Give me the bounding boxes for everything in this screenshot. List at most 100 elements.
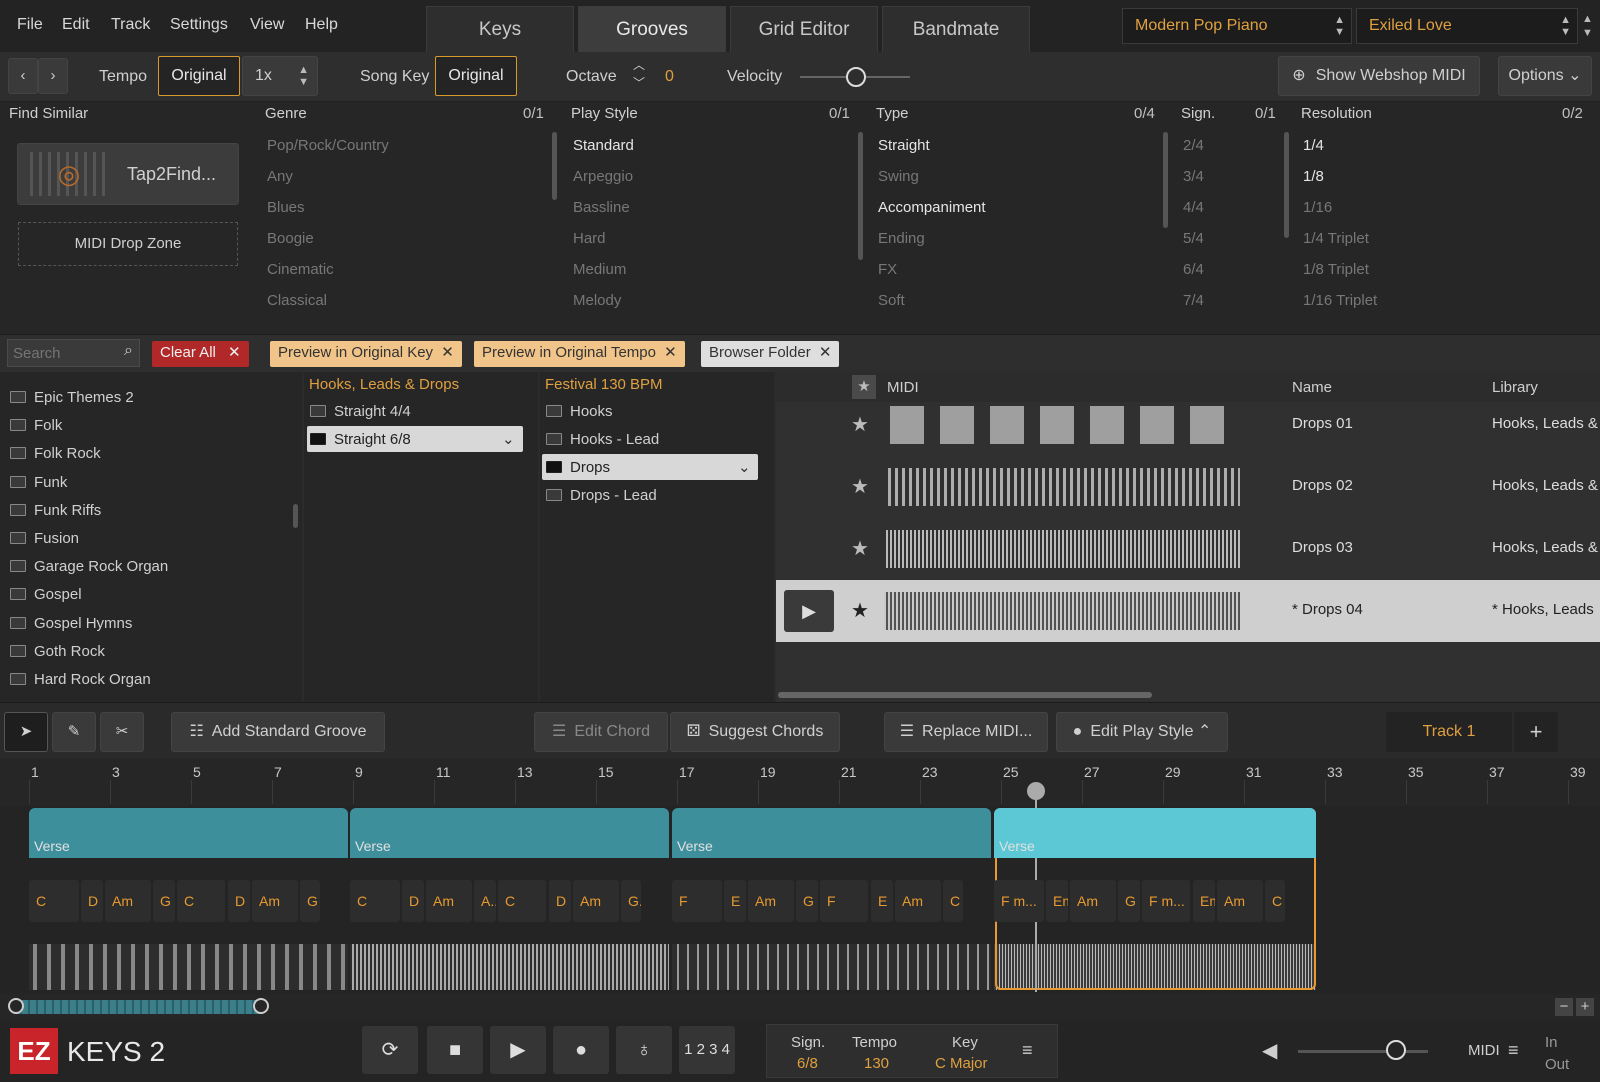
filter-genre-item[interactable]: Boogie <box>267 230 314 247</box>
search-icon[interactable]: ⌕ <box>124 342 133 360</box>
folder-item[interactable]: Garage Rock Organ <box>10 558 168 575</box>
overview-region[interactable] <box>14 1000 262 1014</box>
chord-block[interactable]: G <box>1118 880 1140 922</box>
chord-block[interactable]: C <box>498 880 546 922</box>
midi-row[interactable]: ★ Drops 01 Hooks, Leads & <box>776 394 1600 456</box>
tab-grid-editor[interactable]: Grid Editor <box>730 6 878 52</box>
tempo-value[interactable]: 130 <box>864 1055 889 1072</box>
edit-play-style-button[interactable]: ● Edit Play Style ⌃ <box>1056 712 1228 752</box>
star-icon[interactable]: ★ <box>851 598 869 623</box>
chord-block[interactable]: F m... <box>994 880 1044 922</box>
tag-browser-folder[interactable]: Browser Folder ✕ <box>701 341 840 367</box>
filter-sign-item[interactable]: 7/4 <box>1183 292 1204 309</box>
chord-block[interactable]: Am <box>105 880 151 922</box>
tab-grooves[interactable]: Grooves <box>578 6 726 52</box>
song-part[interactable] <box>29 808 348 858</box>
chord-block[interactable]: G <box>153 880 175 922</box>
filter-playstyle-item[interactable]: Hard <box>573 230 606 247</box>
close-icon[interactable]: ✕ <box>664 344 677 361</box>
filter-type-item[interactable]: Swing <box>878 168 919 185</box>
key-value[interactable]: C Major <box>935 1055 988 1072</box>
song-key-button[interactable]: Original <box>435 56 517 96</box>
options-button[interactable]: Options ⌄ <box>1498 56 1592 96</box>
chord-block[interactable]: C ... <box>1265 880 1285 922</box>
menu-file[interactable]: File <box>17 16 43 34</box>
chord-block[interactable]: Am <box>895 880 941 922</box>
volume-knob[interactable] <box>1386 1040 1406 1060</box>
tempo-multiplier-select[interactable]: 1x ▲ ▼ <box>242 56 318 96</box>
type-scrollbar[interactable] <box>1163 132 1168 228</box>
chord-block[interactable]: C <box>943 880 963 922</box>
play-button[interactable]: ▶ <box>490 1026 546 1074</box>
midi-row[interactable]: ★ Drops 02 Hooks, Leads & <box>776 456 1600 518</box>
filter-genre-item[interactable]: Classical <box>267 292 327 309</box>
tap2find-button[interactable]: ◎ Tap2Find... <box>17 143 239 205</box>
filter-type-item[interactable]: Ending <box>878 230 925 247</box>
folder-item[interactable]: Folk Rock <box>10 445 101 462</box>
filter-genre-item[interactable]: Pop/Rock/Country <box>267 137 389 154</box>
filter-playstyle-item[interactable]: Medium <box>573 261 626 278</box>
menu-help[interactable]: Help <box>305 16 338 34</box>
close-icon[interactable]: ✕ <box>441 344 454 361</box>
instrument-selector[interactable]: Modern Pop Piano ▲ ▼ <box>1122 8 1352 44</box>
velocity-knob[interactable] <box>846 67 866 87</box>
metronome-button[interactable]: ♁ <box>616 1026 672 1074</box>
song-part[interactable] <box>672 808 991 858</box>
filter-resolution-item[interactable]: 1/16 Triplet <box>1303 292 1377 309</box>
tag-preview-tempo[interactable]: Preview in Original Tempo ✕ <box>474 341 685 367</box>
stop-button[interactable]: ■ <box>427 1026 483 1074</box>
folder-item[interactable]: Funk <box>10 474 67 491</box>
folder-item[interactable]: Fusion <box>10 530 79 547</box>
filter-resolution-item[interactable]: 1/16 <box>1303 199 1332 216</box>
midi-row[interactable]: ▶ ★ * Drops 04 * Hooks, Leads <box>776 580 1600 642</box>
chord-block[interactable]: Em <box>1193 880 1215 922</box>
chord-block[interactable]: Am <box>748 880 794 922</box>
edit-chord-button[interactable]: ☰ Edit Chord <box>534 712 668 752</box>
tempo-mode-button[interactable]: Original <box>158 56 240 96</box>
folder-item[interactable]: Straight 4/4 <box>310 403 411 420</box>
filter-playstyle-item[interactable]: Standard <box>573 137 634 154</box>
chord-block[interactable]: C <box>177 880 225 922</box>
filter-sign-item[interactable]: 3/4 <box>1183 168 1204 185</box>
sign-scrollbar[interactable] <box>1284 132 1289 238</box>
folder-item[interactable]: Gospel Hymns <box>10 615 132 632</box>
filter-type-item[interactable]: FX <box>878 261 897 278</box>
cut-tool-button[interactable]: ✂ <box>100 712 144 752</box>
suggest-chords-button[interactable]: ⚄ Suggest Chords <box>670 712 840 752</box>
zoom-in-button[interactable]: + <box>1576 998 1594 1016</box>
filter-playstyle-item[interactable]: Bassline <box>573 199 630 216</box>
chord-block[interactable]: C <box>29 880 79 922</box>
playstyle-scrollbar[interactable] <box>858 132 863 260</box>
midi-row[interactable]: ★ Drops 03 Hooks, Leads & <box>776 518 1600 580</box>
tag-preview-key[interactable]: Preview in Original Key ✕ <box>270 341 462 367</box>
filter-type-item[interactable]: Accompaniment <box>878 199 986 216</box>
star-icon[interactable]: ★ <box>851 412 869 437</box>
folder-item[interactable]: Hooks <box>546 403 613 420</box>
folder-item[interactable]: Hooks - Lead <box>546 431 659 448</box>
search-input[interactable] <box>8 340 108 366</box>
preset-selector[interactable]: Exiled Love ▲ ▼ <box>1356 8 1578 44</box>
forward-button[interactable]: › <box>38 58 68 94</box>
midi-lane-part[interactable] <box>29 944 348 990</box>
menu-icon[interactable]: ≡ <box>1022 1040 1033 1061</box>
chord-block[interactable]: Am <box>1217 880 1263 922</box>
chord-block[interactable]: Em <box>1046 880 1068 922</box>
folder-item[interactable]: Goth Rock <box>10 643 105 660</box>
folder-item[interactable]: Drops <box>546 459 610 476</box>
browser-scrollbar[interactable] <box>293 504 298 528</box>
chord-block[interactable]: D <box>81 880 103 922</box>
record-button[interactable]: ● <box>553 1026 609 1074</box>
song-part[interactable] <box>350 808 669 858</box>
filter-type-item[interactable]: Straight <box>878 137 930 154</box>
filter-resolution-item[interactable]: 1/8 <box>1303 168 1324 185</box>
show-webshop-button[interactable]: ⊕ Show Webshop MIDI <box>1278 56 1480 96</box>
select-tool-button[interactable]: ➤ <box>4 712 48 752</box>
chord-block[interactable]: G... <box>621 880 641 922</box>
loop-button[interactable]: ⟳ <box>362 1026 418 1074</box>
folder-item[interactable]: Hard Rock Organ <box>10 671 151 688</box>
filter-playstyle-item[interactable]: Arpeggio <box>573 168 633 185</box>
back-button[interactable]: ‹ <box>8 58 38 94</box>
filter-resolution-item[interactable]: 1/4 Triplet <box>1303 230 1369 247</box>
close-icon[interactable]: ✕ <box>819 344 832 361</box>
chord-block[interactable]: F <box>820 880 868 922</box>
